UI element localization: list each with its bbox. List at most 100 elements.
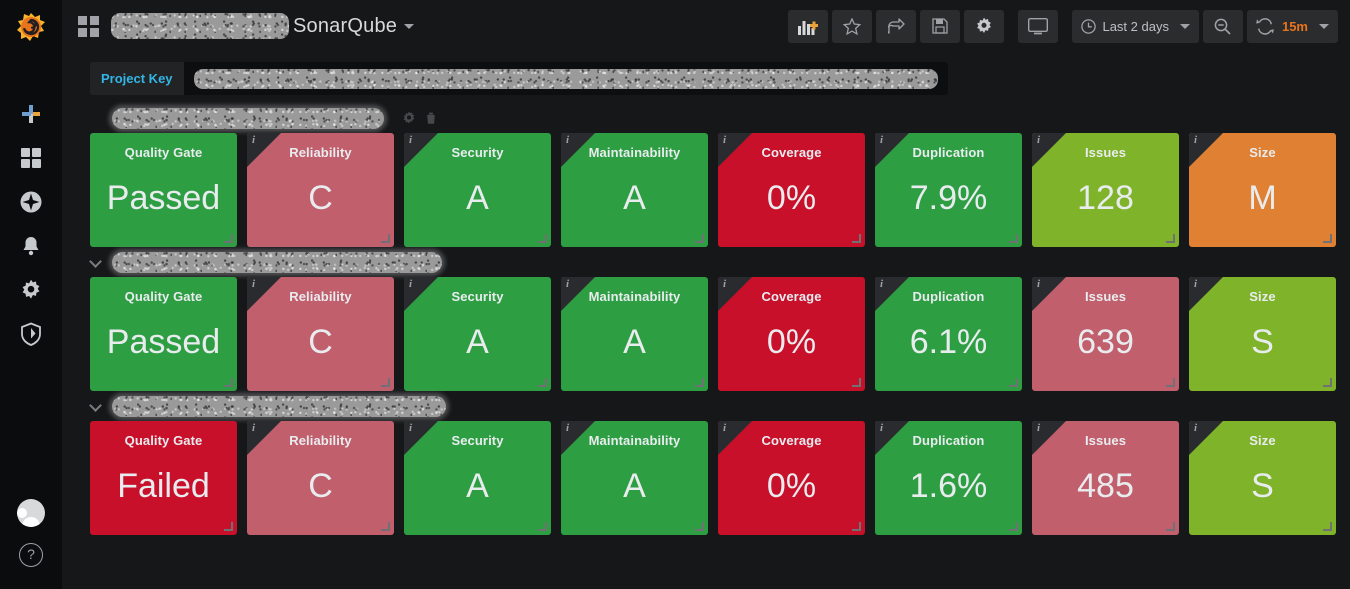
panel-resize-handle[interactable]: [538, 522, 547, 531]
panel-value: S: [1251, 322, 1274, 361]
panel-resize-handle[interactable]: [1166, 234, 1175, 243]
favorite-button[interactable]: [832, 9, 873, 43]
chevron-down-icon[interactable]: [90, 399, 104, 413]
row-header[interactable]: [76, 247, 1336, 277]
panel-resize-handle[interactable]: [381, 234, 390, 243]
singlestat-panel[interactable]: i Duplication 1.6%: [875, 421, 1022, 535]
row-header[interactable]: [76, 103, 1336, 133]
panel-value: A: [623, 322, 646, 361]
page-title[interactable]: SonarQube: [293, 15, 397, 38]
singlestat-panel[interactable]: i Maintainability A: [561, 133, 708, 247]
panel-resize-handle[interactable]: [381, 522, 390, 531]
panel-resize-handle[interactable]: [852, 378, 861, 387]
panel-value: Failed: [117, 466, 210, 505]
singlestat-panel[interactable]: i Issues 128: [1032, 133, 1179, 247]
sidebar-item-dashboards[interactable]: [0, 136, 62, 180]
sidebar-item-server-admin[interactable]: [0, 312, 62, 356]
star-icon: [843, 17, 862, 35]
singlestat-panel[interactable]: i Size M: [1189, 133, 1336, 247]
panel-resize-handle[interactable]: [1323, 522, 1332, 531]
singlestat-panel[interactable]: i Duplication 6.1%: [875, 277, 1022, 391]
nav-bottom-group: ?: [0, 499, 62, 589]
sidebar-item-create[interactable]: [0, 92, 62, 136]
panel-resize-handle[interactable]: [224, 522, 233, 531]
panel-resize-handle[interactable]: [1009, 378, 1018, 387]
singlestat-panel[interactable]: i Maintainability A: [561, 277, 708, 391]
singlestat-panel[interactable]: Quality Gate Failed: [90, 421, 237, 535]
panel-row: Quality Gate Passed i Reliability Ci Security…: [76, 277, 1336, 391]
singlestat-panel[interactable]: i Size S: [1189, 421, 1336, 535]
help-icon[interactable]: ?: [19, 543, 43, 567]
singlestat-panel[interactable]: i Issues 639: [1032, 277, 1179, 391]
shield-icon: [21, 322, 41, 346]
panel-resize-handle[interactable]: [695, 522, 704, 531]
plus-icon: [22, 105, 40, 123]
chevron-down-icon[interactable]: [404, 23, 415, 29]
compass-icon: [20, 191, 42, 213]
singlestat-panel[interactable]: i Reliability C: [247, 133, 394, 247]
share-icon: [887, 17, 905, 34]
grid-icon[interactable]: [78, 15, 99, 37]
kiosk-button[interactable]: [1018, 9, 1059, 43]
sidebar-item-alerting[interactable]: [0, 224, 62, 268]
panel-resize-handle[interactable]: [1009, 234, 1018, 243]
panel-resize-handle[interactable]: [538, 234, 547, 243]
singlestat-panel[interactable]: i Size S: [1189, 277, 1336, 391]
bell-icon: [23, 237, 39, 256]
singlestat-panel[interactable]: i Coverage 0%: [718, 133, 865, 247]
panel-value: 1.6%: [909, 466, 988, 505]
refresh-icon: [1256, 17, 1274, 35]
grafana-logo[interactable]: [0, 0, 62, 56]
trash-icon: [427, 112, 435, 124]
refresh-interval-label: 15m: [1281, 18, 1308, 34]
time-range-picker[interactable]: Last 2 days: [1072, 9, 1199, 43]
panel-value: C: [308, 178, 333, 217]
panel-resize-handle[interactable]: [1166, 378, 1175, 387]
chevron-down-icon[interactable]: [90, 255, 104, 269]
panel-value: C: [308, 322, 333, 361]
panel-resize-handle[interactable]: [224, 234, 233, 243]
settings-button[interactable]: [964, 9, 1005, 43]
panel-resize-handle[interactable]: [1323, 234, 1332, 243]
panel-resize-handle[interactable]: [852, 522, 861, 531]
panel-resize-handle[interactable]: [224, 378, 233, 387]
panel-resize-handle[interactable]: [695, 378, 704, 387]
singlestat-panel[interactable]: i Reliability C: [247, 277, 394, 391]
save-button[interactable]: [920, 9, 961, 43]
singlestat-panel[interactable]: Quality Gate Passed: [90, 133, 237, 247]
row-header[interactable]: [76, 391, 1336, 421]
panel-resize-handle[interactable]: [1166, 522, 1175, 531]
save-icon: [932, 18, 949, 34]
gear-icon: [403, 111, 415, 124]
zoom-out-button[interactable]: [1202, 9, 1243, 43]
variable-project-key[interactable]: Project Key: [90, 62, 948, 95]
variable-value-dropdown[interactable]: [183, 62, 948, 95]
row-delete[interactable]: [424, 111, 438, 125]
singlestat-panel[interactable]: i Security A: [404, 421, 551, 535]
panel-resize-handle[interactable]: [381, 378, 390, 387]
avatar[interactable]: [17, 499, 45, 527]
panel-resize-handle[interactable]: [852, 234, 861, 243]
singlestat-panel[interactable]: i Coverage 0%: [718, 421, 865, 535]
singlestat-panel[interactable]: Quality Gate Passed: [90, 277, 237, 391]
sidebar-item-configuration[interactable]: [0, 268, 62, 312]
sidebar-item-explore[interactable]: [0, 180, 62, 224]
row-settings[interactable]: [402, 111, 416, 125]
singlestat-panel[interactable]: i Coverage 0%: [718, 277, 865, 391]
add-panel-button[interactable]: [788, 9, 829, 43]
share-button[interactable]: [876, 9, 917, 43]
singlestat-panel[interactable]: i Duplication 7.9%: [875, 133, 1022, 247]
panel-resize-handle[interactable]: [538, 378, 547, 387]
panel-resize-handle[interactable]: [1323, 378, 1332, 387]
panel-row: Quality Gate Passed i Reliability Ci Security…: [76, 133, 1336, 247]
singlestat-panel[interactable]: i Security A: [404, 277, 551, 391]
panel-resize-handle[interactable]: [1009, 522, 1018, 531]
panel-value: A: [466, 466, 489, 505]
singlestat-panel[interactable]: i Issues 485: [1032, 421, 1179, 535]
refresh-button[interactable]: 15m: [1246, 9, 1338, 43]
singlestat-panel[interactable]: i Reliability C: [247, 421, 394, 535]
panel-value: 128: [1077, 178, 1134, 217]
singlestat-panel[interactable]: i Security A: [404, 133, 551, 247]
singlestat-panel[interactable]: i Maintainability A: [561, 421, 708, 535]
panel-resize-handle[interactable]: [695, 234, 704, 243]
